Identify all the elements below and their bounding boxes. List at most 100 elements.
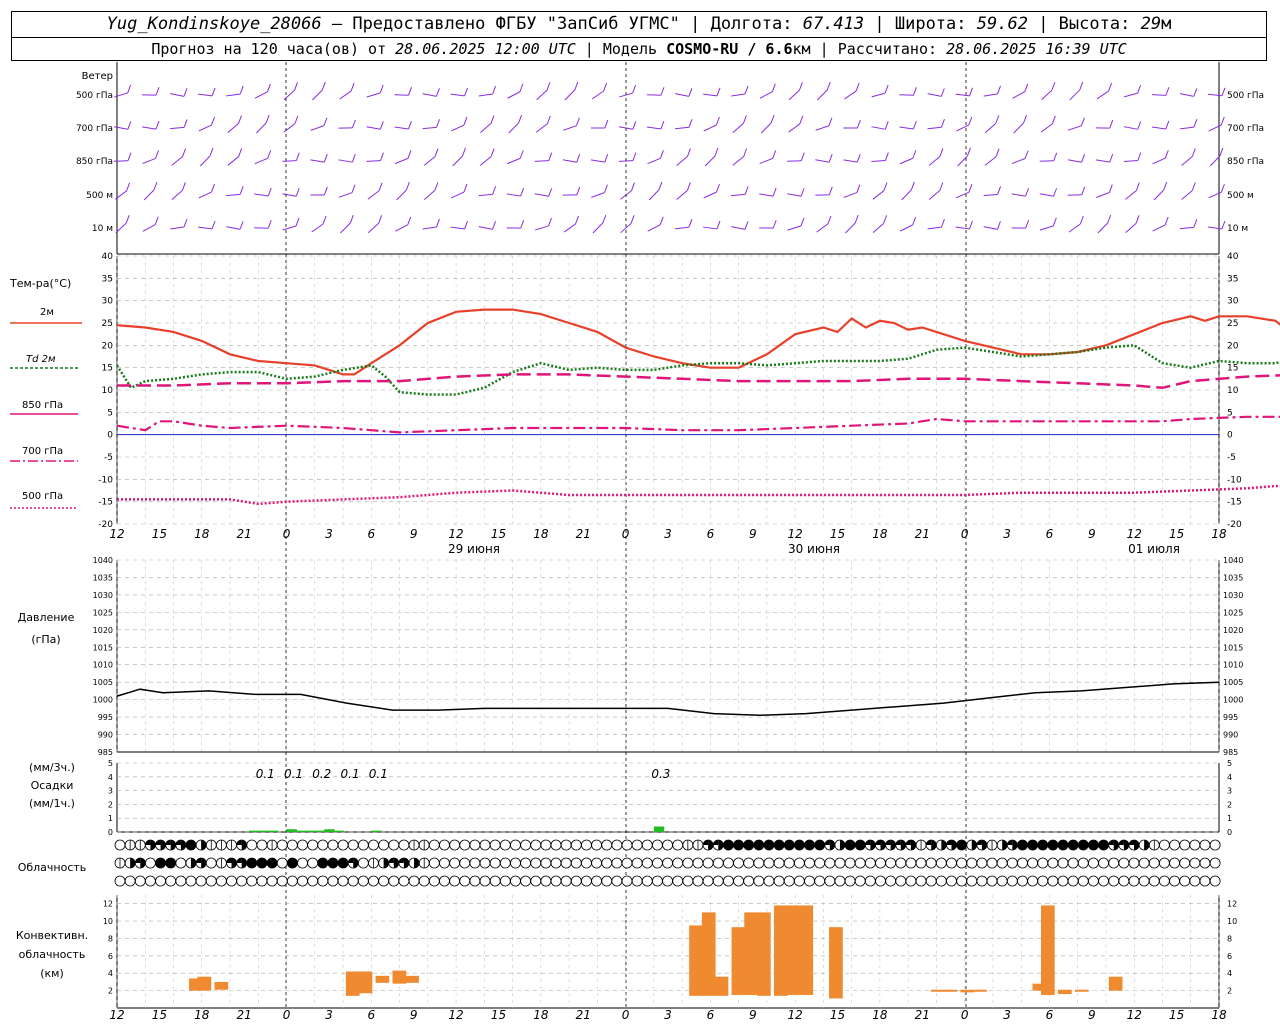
wind-barb-feather xyxy=(997,85,1001,95)
cloud-symbol xyxy=(286,839,298,851)
cloud-symbol xyxy=(469,875,481,887)
wind-barb xyxy=(254,157,268,165)
cloud-symbol xyxy=(1189,857,1201,869)
cloud-symbol xyxy=(368,875,379,887)
time-tick-label: 18 xyxy=(1211,527,1227,541)
wind-barb xyxy=(1209,155,1221,167)
cloud-symbol xyxy=(1169,839,1180,851)
wind-barb-feather xyxy=(630,215,635,224)
cloud-symbol xyxy=(864,875,876,887)
cloud-symbol xyxy=(317,857,329,869)
temp-tick-right: 40 xyxy=(1227,252,1239,262)
cloud-symbol xyxy=(185,839,197,851)
wind-barb-feather xyxy=(239,85,244,95)
pressure-tick-left: 1035 xyxy=(93,573,113,582)
wind-barb-feather xyxy=(884,121,889,130)
cloud-symbol xyxy=(1037,875,1049,887)
wind-barb xyxy=(143,189,155,201)
cloud-symbol xyxy=(428,857,440,869)
wind-barb xyxy=(703,93,718,97)
cloud-symbol xyxy=(1169,857,1180,869)
cloud-symbol xyxy=(976,875,988,887)
wind-barb-feather xyxy=(294,82,298,91)
wind-barb-feather xyxy=(405,181,410,191)
conv-tick-left: 4 xyxy=(108,969,113,978)
cloud-symbol-fill xyxy=(880,840,886,850)
cloud-symbol xyxy=(246,875,258,887)
cloud-symbol-fill xyxy=(905,840,911,845)
conv-bar xyxy=(744,912,759,995)
time-tick-label-bottom: 0 xyxy=(961,1008,969,1022)
time-tick-label-bottom: 18 xyxy=(1211,1008,1227,1022)
time-tick-label-bottom: 12 xyxy=(109,1008,124,1022)
wind-barb-feather xyxy=(126,182,131,191)
wind-barb xyxy=(282,160,297,162)
temp-tick-left: 25 xyxy=(102,319,113,329)
cloud-symbol xyxy=(996,857,1008,869)
wind-barb-feather xyxy=(436,119,441,128)
wind-barb xyxy=(703,124,717,132)
wind-barb-feather xyxy=(323,117,328,126)
cloud-symbol-fill xyxy=(226,858,232,863)
cloud-symbol xyxy=(1128,857,1140,869)
wind-barb-feather xyxy=(436,218,440,228)
wind-barb xyxy=(254,91,268,99)
wind-barb-feather xyxy=(912,120,917,130)
cloud-symbol xyxy=(591,857,602,869)
wind-barb-feather xyxy=(211,183,215,193)
pressure-tick-right: 1015 xyxy=(1223,643,1243,652)
wind-barb-feather xyxy=(492,186,497,195)
cloud-symbol xyxy=(520,857,531,869)
cloud-symbol xyxy=(652,839,663,851)
cloud-symbol xyxy=(297,839,308,851)
wind-barb-feather xyxy=(576,186,581,196)
time-tick-label: 0 xyxy=(622,527,630,541)
cloud-symbol xyxy=(540,857,552,869)
cloud-symbol xyxy=(591,839,602,851)
wind-barb xyxy=(845,222,856,234)
wind-barb xyxy=(451,124,465,132)
cloud-symbol xyxy=(611,857,623,869)
wind-barb-feather xyxy=(995,148,1000,157)
cloud-symbol xyxy=(1037,839,1049,851)
cloud-symbol-fill xyxy=(1012,840,1018,850)
wind-barb xyxy=(536,89,548,101)
time-tick-label: 18 xyxy=(872,527,888,541)
wind-barb xyxy=(955,226,970,230)
wind-barb-feather xyxy=(1137,121,1142,130)
temp-tick-left: 0 xyxy=(107,431,113,441)
conv-bar xyxy=(345,971,360,996)
cloud-symbol xyxy=(1017,857,1028,869)
wind-barb-feather xyxy=(1023,114,1028,124)
conv-tick-left: 8 xyxy=(108,934,113,943)
cloud-symbol xyxy=(449,857,461,869)
wind-barb xyxy=(480,123,492,133)
cloud-symbol xyxy=(672,839,684,851)
cloud-symbol-fill xyxy=(135,858,141,863)
pressure-tick-right: 1000 xyxy=(1223,696,1243,705)
wind-barb-feather xyxy=(435,88,440,97)
wind-barb-feather xyxy=(688,88,693,97)
wind-barb xyxy=(506,193,521,197)
cloud-symbol xyxy=(530,839,542,851)
wind-barb xyxy=(1011,193,1026,197)
wind-barb xyxy=(366,160,381,162)
cloud-symbol xyxy=(1067,857,1079,869)
cloud-symbol xyxy=(814,857,826,869)
temp-tick-left: 35 xyxy=(102,274,113,284)
wind-barb-feather xyxy=(1165,87,1170,96)
conv-title-2: облачность xyxy=(19,948,86,961)
conv-tick-right: 2 xyxy=(1227,987,1232,996)
wind-barb xyxy=(338,159,353,163)
wind-barb-feather xyxy=(295,188,300,197)
cloud-symbol xyxy=(276,875,288,887)
cloud-symbol xyxy=(398,875,410,887)
wind-barb-feather xyxy=(1080,117,1085,126)
wind-barb-feather xyxy=(492,221,497,230)
precip-bar xyxy=(286,829,297,832)
wind-barb xyxy=(1152,224,1166,232)
cloud-symbol xyxy=(550,839,562,851)
pressure-tick-right: 995 xyxy=(1223,713,1238,722)
wind-barb-feather xyxy=(912,87,917,96)
wind-barb-feather xyxy=(155,86,160,96)
